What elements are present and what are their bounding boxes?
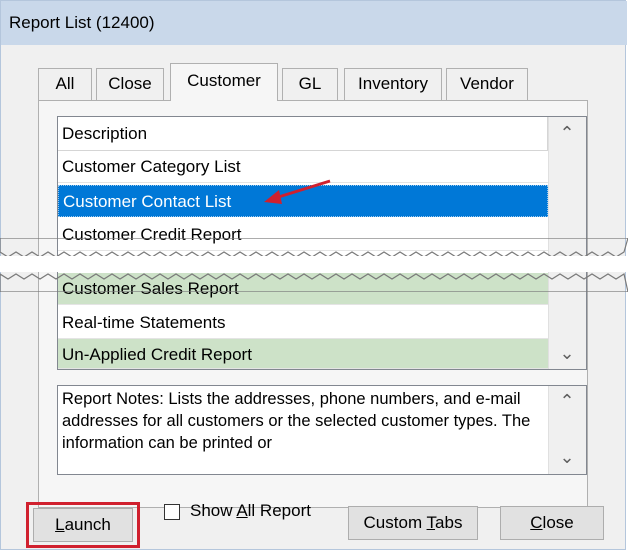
tab-customer[interactable]: Customer (170, 63, 278, 101)
report-notes-text: Report Notes: Lists the addresses, phone… (62, 390, 531, 452)
show-all-report-checkbox[interactable] (164, 504, 180, 520)
close-button[interactable]: Close (500, 506, 604, 540)
launch-button[interactable]: Launch (33, 508, 133, 542)
report-notes-box[interactable]: Report Notes: Lists the addresses, phone… (57, 385, 587, 475)
notes-scrollbar[interactable]: ⌃ ⌄ (548, 386, 586, 474)
custom-tabs-button[interactable]: Custom Tabs (348, 506, 478, 540)
torn-edge-break (0, 238, 628, 292)
scroll-up-icon[interactable]: ⌃ (549, 390, 585, 412)
show-all-report-label[interactable]: Show All Report (190, 499, 311, 523)
scroll-down-icon[interactable]: ⌄ (549, 446, 585, 468)
